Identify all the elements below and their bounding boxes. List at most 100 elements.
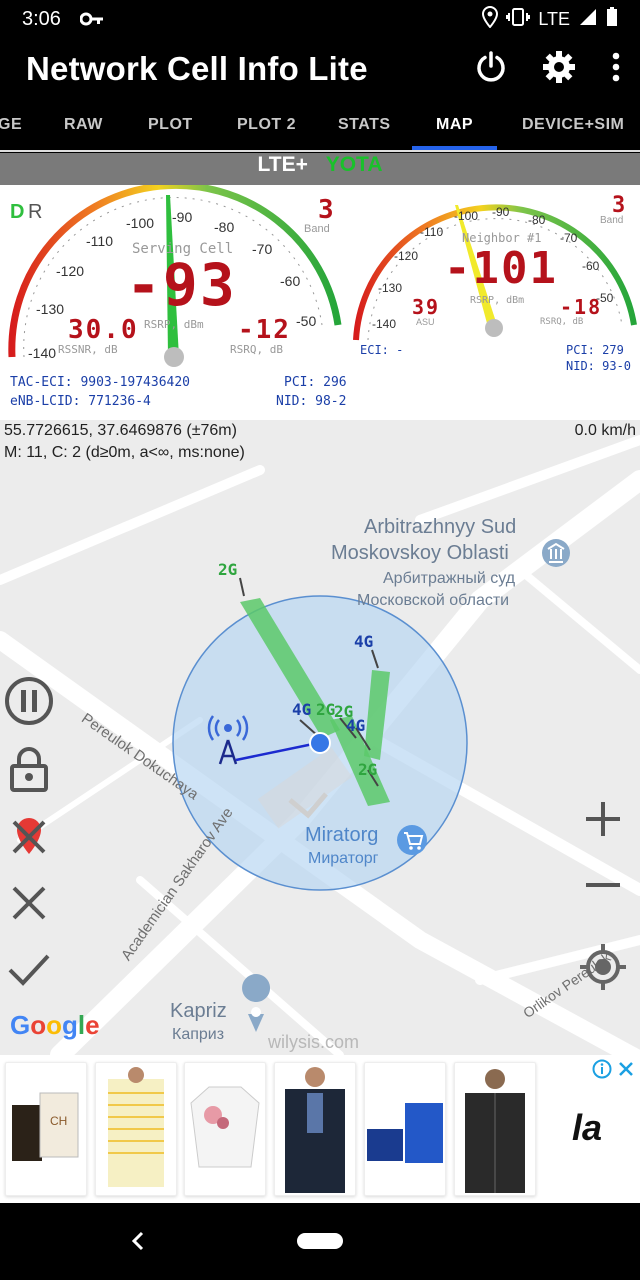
neighbor-rsrp-value: -101 xyxy=(444,243,558,294)
mode-d: D xyxy=(10,201,25,223)
tab-general[interactable]: GE xyxy=(0,116,22,134)
serving-needle-hub xyxy=(164,347,184,367)
neighbor-rsrp-label: RSRP, dBm xyxy=(470,295,525,306)
neighbor-tick: -140 xyxy=(372,317,397,331)
tab-bar: GE RAW PLOT PLOT 2 STATS MAP DEVICE+SIM xyxy=(0,100,640,150)
poi-court-en-1: Arbitrazhnyy Sud xyxy=(364,516,517,538)
home-pill-icon[interactable] xyxy=(297,1233,343,1249)
settings-gear-icon[interactable] xyxy=(542,50,576,89)
tab-stats[interactable]: STATS xyxy=(338,116,391,134)
neighbor-tick: -70 xyxy=(560,231,578,245)
poi-miratorg-en: Miratorg xyxy=(305,824,379,846)
back-chevron-icon[interactable] xyxy=(128,1229,148,1258)
ad-product-floral-sweatshirt[interactable] xyxy=(184,1062,266,1196)
my-location-icon[interactable] xyxy=(578,942,628,992)
poi-court-ru-2: Московской области xyxy=(357,592,510,609)
serving-tick: -90 xyxy=(172,209,193,225)
app-bar: Network Cell Info Lite xyxy=(0,40,640,100)
serving-rsrq-value: -12 xyxy=(238,315,291,345)
neighbor-tick: -110 xyxy=(420,225,444,239)
network-tech: LTE+ xyxy=(257,153,308,176)
map-watermark: wilysis.com xyxy=(268,1032,360,1052)
serving-tick: -60 xyxy=(280,273,301,289)
tab-device-sim[interactable]: DEVICE+SIM xyxy=(522,116,624,134)
ad-product-sweater[interactable] xyxy=(95,1062,177,1196)
checkmark-icon[interactable] xyxy=(4,944,54,994)
neighbor-eci: ECI: - xyxy=(360,343,404,357)
tab-map[interactable]: MAP xyxy=(436,116,473,134)
neighbor-tick: -90 xyxy=(492,205,510,219)
neighbor-pci: PCI: 279 xyxy=(566,343,624,357)
speed-readout: 0.0 km/h xyxy=(574,422,636,439)
serving-tick: -130 xyxy=(36,301,65,317)
serving-nid: NID: 98-2 xyxy=(276,394,347,409)
tab-plot[interactable]: PLOT xyxy=(148,116,193,134)
mode-r: R xyxy=(28,201,43,223)
shopping-cart-pin-icon xyxy=(397,825,427,855)
poi-kapriz-ru: Каприз xyxy=(172,1026,225,1043)
vibrate-icon xyxy=(506,7,531,32)
serving-rsrp-value: -93 xyxy=(126,251,237,319)
serving-tick: -120 xyxy=(56,263,85,279)
neighbor-tick: -130 xyxy=(378,281,403,295)
neighbor-needle-hub xyxy=(485,319,503,337)
overflow-menu-icon[interactable] xyxy=(610,50,622,89)
serving-tick: -50 xyxy=(296,313,317,329)
serving-tick: -100 xyxy=(126,215,155,231)
cell-label: 2G xyxy=(358,760,378,779)
court-pin-icon xyxy=(542,539,570,567)
cell-label: 4G xyxy=(346,716,366,735)
cafe-pin-icon xyxy=(242,974,271,1032)
svg-text:CH: CH xyxy=(50,1114,67,1128)
serving-tac-eci: TAC-ECI: 9903-197436420 xyxy=(10,375,191,390)
clear-markers-icon[interactable] xyxy=(4,812,54,862)
tab-plot-2[interactable]: PLOT 2 xyxy=(237,116,296,134)
cell-label: 2G xyxy=(218,560,238,579)
serving-enb-lcid: eNB-LCID: 771236-4 xyxy=(10,394,151,409)
ad-product-perfume[interactable]: CH xyxy=(5,1062,87,1196)
tab-divider xyxy=(0,150,640,152)
neighbor-asu-label: ASU xyxy=(416,317,435,327)
operator-name: YOTA xyxy=(325,153,383,176)
map-canvas xyxy=(0,435,640,1055)
zoom-out-icon[interactable] xyxy=(578,860,628,910)
pause-icon[interactable] xyxy=(4,676,54,726)
close-icon[interactable] xyxy=(4,878,54,928)
ad-product-jacket[interactable] xyxy=(454,1062,536,1196)
serving-band-value: 3 xyxy=(318,195,336,225)
network-header: LTE+ YOTA xyxy=(0,153,640,185)
neighbor-tick: -80 xyxy=(528,213,546,227)
current-location-dot xyxy=(309,732,331,754)
lock-icon[interactable] xyxy=(4,744,54,794)
filter-readout: M: 11, C: 2 (d≥0m, a<∞, ms:none) xyxy=(4,444,245,461)
signal-icon xyxy=(578,7,598,32)
ad-close-icon[interactable] xyxy=(616,1059,636,1084)
neighbor-rsrq-label: RSRQ, dB xyxy=(540,317,584,327)
cell-label: 2G xyxy=(316,700,336,719)
neighbor-tick: -120 xyxy=(394,249,419,263)
ad-info-icon[interactable] xyxy=(592,1059,612,1084)
status-bar: 3:06 LTE xyxy=(0,0,640,40)
map-view[interactable]: 55.7726615, 37.6469876 (±76m) M: 11, C: … xyxy=(0,420,640,1055)
poi-court-en-2: Moskovskoy Oblasti xyxy=(331,542,509,564)
serving-rssnr-value: 30.0 xyxy=(68,315,139,345)
neighbor-asu-value: 39 xyxy=(412,295,441,319)
poi-kapriz-en: Kapriz xyxy=(170,1000,227,1022)
tab-raw[interactable]: RAW xyxy=(64,116,103,134)
system-nav-bar xyxy=(0,1203,640,1280)
ad-product-cardigan[interactable] xyxy=(274,1062,356,1196)
ad-banner[interactable]: CH la xyxy=(0,1055,640,1203)
coordinates-readout: 55.7726615, 37.6469876 (±76m) xyxy=(4,422,237,439)
power-icon[interactable] xyxy=(474,50,508,89)
key-icon xyxy=(79,9,104,34)
ad-brand-text[interactable]: la xyxy=(572,1107,602,1149)
serving-tick: -80 xyxy=(214,219,235,235)
zoom-in-icon[interactable] xyxy=(578,794,628,844)
cell-label: 4G xyxy=(354,632,374,651)
poi-court-ru-1: Арбитражный суд xyxy=(383,570,516,587)
status-time: 3:06 xyxy=(22,8,61,30)
serving-rssnr-label: RSSNR, dB xyxy=(58,343,118,356)
ad-product-cologne[interactable] xyxy=(364,1062,446,1196)
cell-label: 4G xyxy=(292,700,312,719)
serving-band-label: Band xyxy=(304,223,330,235)
